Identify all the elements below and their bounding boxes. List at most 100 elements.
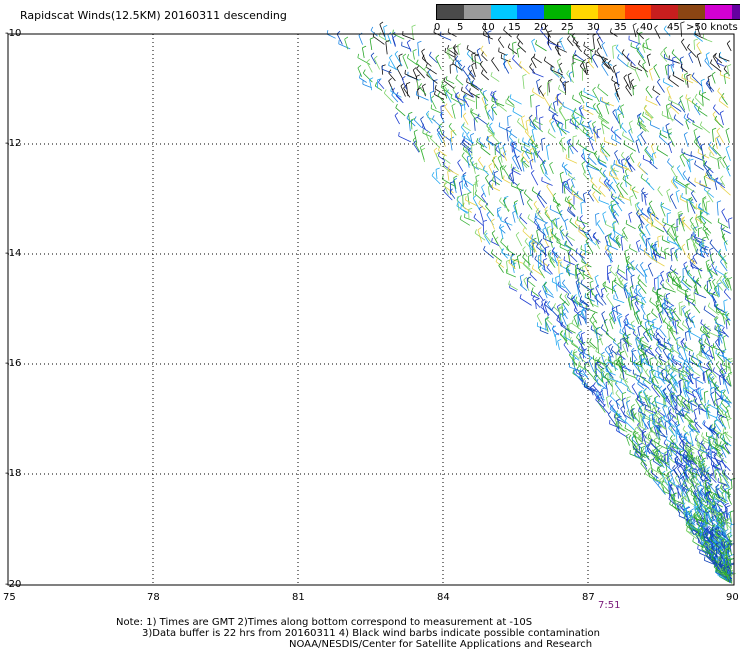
wind-barb xyxy=(596,39,602,50)
wind-barb-feather xyxy=(715,567,717,572)
wind-barb xyxy=(614,131,617,141)
wind-barb-feather xyxy=(621,49,625,54)
wind-barb-feather xyxy=(632,22,637,26)
wind-barb xyxy=(664,65,668,76)
wind-barb-feather xyxy=(462,132,464,137)
wind-barb-feather xyxy=(660,270,665,274)
wind-barb-feather xyxy=(661,235,664,240)
wind-barb-feather xyxy=(631,383,636,387)
wind-barb-feather xyxy=(481,184,485,188)
wind-barb-feather xyxy=(600,142,604,147)
wind-barb xyxy=(519,297,532,306)
wind-barb-feather xyxy=(580,201,585,204)
wind-barb-feather xyxy=(652,287,654,292)
wind-barb-feather xyxy=(473,213,477,218)
wind-barb-feather xyxy=(553,100,558,104)
wind-barb-feather xyxy=(657,78,661,83)
wind-barb-feather xyxy=(607,60,611,64)
wind-barb-feather xyxy=(720,478,723,483)
wind-barb xyxy=(727,420,731,429)
wind-barb xyxy=(649,300,658,308)
wind-barb-feather xyxy=(633,288,636,293)
wind-barb-feather xyxy=(624,417,628,422)
wind-barb-feather xyxy=(555,275,560,278)
wind-barb-feather xyxy=(655,95,659,100)
wind-barb-feather xyxy=(474,229,477,234)
wind-barb-feather xyxy=(534,255,537,260)
wind-barb-feather xyxy=(563,332,566,337)
wind-barb xyxy=(506,248,516,256)
wind-barb xyxy=(336,33,343,45)
wind-barb-feather xyxy=(413,129,418,133)
wind-barb xyxy=(691,75,703,87)
wind-barb-feather xyxy=(707,302,711,307)
wind-barb xyxy=(678,302,681,316)
wind-barb-feather xyxy=(422,129,424,134)
wind-barb-feather xyxy=(628,434,632,439)
wind-barb xyxy=(370,30,378,37)
wind-barb xyxy=(541,180,553,186)
wind-barb-feather xyxy=(651,308,654,313)
wind-barb-feather xyxy=(412,49,417,52)
wind-barb-feather xyxy=(462,112,467,116)
wind-barb-feather xyxy=(669,193,674,197)
wind-barb-feather xyxy=(708,141,712,146)
wind-barb-feather xyxy=(614,150,618,154)
wind-barb xyxy=(654,218,666,228)
wind-barb-feather xyxy=(527,214,530,219)
wind-barb-feather xyxy=(604,372,608,377)
wind-barb-feather xyxy=(520,274,524,277)
wind-barb xyxy=(601,313,606,324)
wind-barb xyxy=(530,95,532,108)
wind-barb-feather xyxy=(581,161,586,165)
wind-barb xyxy=(516,49,519,58)
wind-barb-feather xyxy=(649,472,651,477)
wind-barb-feather xyxy=(495,257,498,262)
wind-barb xyxy=(587,122,594,135)
wind-barb-feather xyxy=(561,162,565,167)
wind-barb-feather xyxy=(654,277,659,280)
wind-barb-feather xyxy=(559,37,563,41)
wind-barb xyxy=(538,293,544,301)
wind-barb xyxy=(623,143,637,152)
wind-barb xyxy=(540,165,544,174)
wind-barb-feather xyxy=(613,160,615,165)
wind-barb-feather xyxy=(628,211,633,215)
wind-barb-feather xyxy=(440,83,443,88)
wind-barb xyxy=(599,336,604,346)
wind-barb xyxy=(557,124,563,137)
wind-barb-feather xyxy=(566,324,569,329)
wind-barb xyxy=(591,56,599,68)
wind-barb xyxy=(668,143,672,154)
wind-barb-feather xyxy=(715,338,719,343)
wind-barb-feather xyxy=(712,516,715,521)
wind-barb-feather xyxy=(719,275,723,280)
wind-barb-feather xyxy=(727,64,732,67)
wind-barb-feather xyxy=(678,367,683,370)
wind-barb-feather xyxy=(679,95,684,99)
wind-barb-feather xyxy=(652,85,655,90)
wind-barb-feather xyxy=(683,399,687,403)
wind-barb xyxy=(500,220,513,226)
wind-barb xyxy=(537,258,549,267)
wind-barb-feather xyxy=(416,74,420,77)
wind-barb-feather xyxy=(480,45,484,50)
wind-barb xyxy=(372,35,385,45)
wind-barb xyxy=(540,330,549,335)
wind-barb-feather xyxy=(389,54,393,58)
wind-barb xyxy=(724,412,729,422)
wind-barb-feather xyxy=(704,556,706,561)
wind-barb xyxy=(581,124,590,135)
wind-barb-feather xyxy=(602,169,606,174)
wind-barb-feather xyxy=(465,196,467,201)
wind-barb xyxy=(564,244,572,250)
wind-barb-feather xyxy=(524,237,528,242)
wind-barb xyxy=(662,461,673,471)
wind-barb-feather xyxy=(658,325,663,329)
wind-barb-feather xyxy=(693,408,698,411)
wind-barb xyxy=(722,337,726,350)
wind-barb-feather xyxy=(596,220,601,224)
wind-barb-feather xyxy=(629,120,633,124)
wind-barb-feather xyxy=(509,141,512,146)
wind-barb-feather xyxy=(362,45,367,49)
